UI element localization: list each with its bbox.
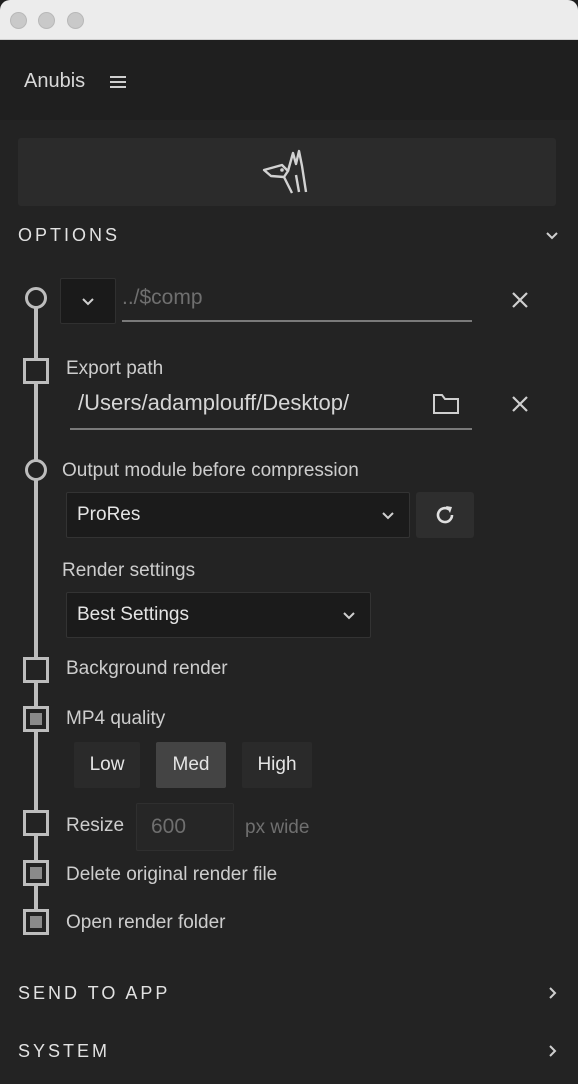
options-section-title: OPTIONS	[18, 224, 121, 245]
path-template-dropdown[interactable]	[60, 278, 116, 324]
send-to-app-section-header[interactable]: SEND TO APP	[18, 978, 560, 1008]
export-path-input[interactable]: /Users/adamplouff/Desktop/	[70, 390, 472, 430]
resize-width-placeholder: 600	[151, 815, 187, 838]
window-titlebar	[0, 0, 578, 40]
render-settings-select[interactable]: Best Settings	[66, 592, 371, 638]
path-template-node	[25, 287, 47, 309]
resize-width-input[interactable]: 600	[136, 803, 234, 851]
delete-original-label: Delete original render file	[66, 864, 278, 885]
send-to-app-title: SEND TO APP	[18, 982, 171, 1003]
output-module-value: ProRes	[77, 504, 141, 525]
close-window-button[interactable]	[10, 12, 27, 29]
export-path-value: /Users/adamplouff/Desktop/	[78, 390, 350, 415]
anubis-logo-icon	[262, 149, 308, 194]
refresh-button[interactable]	[416, 492, 474, 538]
render-settings-label: Render settings	[62, 560, 196, 581]
close-icon[interactable]	[510, 394, 530, 414]
background-render-label: Background render	[66, 658, 228, 679]
quality-low-button[interactable]: Low	[74, 742, 140, 788]
export-path-checkbox[interactable]	[23, 358, 49, 384]
output-module-node	[25, 459, 47, 481]
zoom-window-button[interactable]	[67, 12, 84, 29]
chevron-down-icon	[546, 232, 558, 240]
close-icon[interactable]	[510, 290, 530, 310]
chevron-right-icon	[549, 1045, 557, 1057]
logo-banner[interactable]	[18, 138, 556, 206]
resize-unit-label: px wide	[245, 817, 310, 838]
resize-checkbox[interactable]	[23, 810, 49, 836]
menu-icon[interactable]	[110, 76, 126, 89]
export-path-label: Export path	[66, 358, 164, 379]
app-title: Anubis	[24, 70, 86, 92]
panel-content: OPTIONS ../$comp Export path /Users/adam…	[0, 120, 578, 1084]
chevron-down-icon	[382, 512, 394, 520]
quality-high-button[interactable]: High	[242, 742, 312, 788]
path-template-input[interactable]: ../$comp	[122, 286, 472, 322]
minimize-window-button[interactable]	[38, 12, 55, 29]
resize-label: Resize	[66, 815, 125, 836]
quality-med-button[interactable]: Med	[156, 742, 226, 788]
system-title: SYSTEM	[18, 1040, 111, 1061]
render-settings-value: Best Settings	[77, 604, 189, 625]
refresh-icon	[436, 506, 454, 524]
options-section-header[interactable]: OPTIONS	[18, 220, 560, 250]
delete-original-checkbox[interactable]	[23, 860, 49, 886]
mp4-quality-checkbox[interactable]	[23, 706, 49, 732]
chevron-down-icon	[82, 298, 94, 306]
system-section-header[interactable]: SYSTEM	[18, 1036, 560, 1066]
background-render-checkbox[interactable]	[23, 657, 49, 683]
open-folder-checkbox[interactable]	[23, 909, 49, 935]
open-folder-label: Open render folder	[66, 912, 226, 933]
output-module-select[interactable]: ProRes	[66, 492, 410, 538]
panel-header: Anubis	[0, 40, 578, 120]
folder-icon[interactable]	[432, 392, 460, 416]
chevron-right-icon	[549, 987, 557, 999]
mp4-quality-label: MP4 quality	[66, 708, 166, 729]
path-template-placeholder: ../$comp	[122, 286, 203, 309]
chevron-down-icon	[343, 612, 355, 620]
output-module-label: Output module before compression	[62, 460, 359, 481]
